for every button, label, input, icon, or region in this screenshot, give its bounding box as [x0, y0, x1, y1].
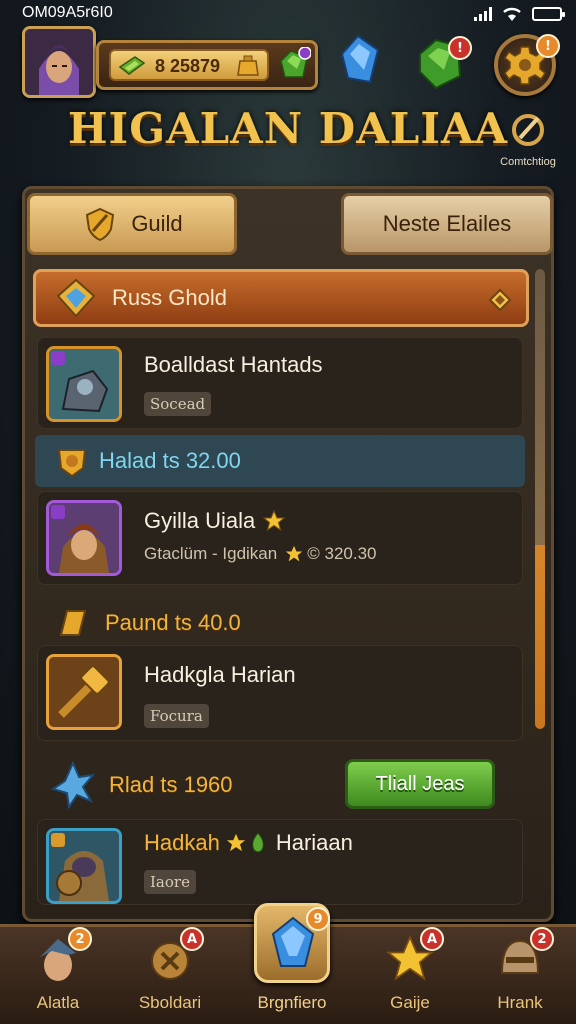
bottom-nav: 2 Alatla A Sboldari 9 Brgnfiero A Gaije	[0, 903, 576, 1024]
scrollbar[interactable]	[535, 269, 545, 729]
tab-other[interactable]: Neste Elailes	[341, 193, 553, 255]
item-title: Boalldast Hantads	[144, 352, 323, 377]
item-title: Hadkah	[144, 830, 220, 855]
nav-label: Sboldari	[138, 993, 202, 1012]
star-icon	[263, 510, 286, 532]
section-label: Paund ts 40.0	[105, 610, 241, 635]
nav-label: Hrank	[497, 993, 543, 1012]
badge-crest-icon	[57, 449, 87, 478]
nav-label: Gaije	[390, 993, 430, 1012]
sword-emblem-icon	[512, 114, 544, 146]
nav-item-alatla[interactable]: 2 Alatla	[8, 927, 108, 1024]
signal-icon	[474, 7, 492, 21]
gold-bag-icon	[237, 55, 259, 76]
item-icon	[46, 828, 122, 904]
golden-hammer-icon	[49, 657, 119, 727]
tab-guild-label: Guild	[131, 211, 183, 236]
connect-button[interactable]: Comtchtiog	[492, 110, 564, 168]
list-item[interactable]: Hadkah Hariaan Iaore	[37, 819, 523, 905]
guild-header-label: Russ Ghold	[112, 285, 227, 310]
item-icon	[46, 654, 122, 730]
coin-counter[interactable]: 8 25879	[109, 49, 269, 81]
list-item[interactable]: Gyilla Uiala Gtaclüm - Igdikan © 320.30	[37, 491, 523, 585]
section-label: Rlad ts 1960	[109, 772, 233, 797]
gold-bar-icon	[59, 610, 87, 636]
nav-badge: 2	[68, 927, 92, 951]
status-icons	[474, 6, 565, 22]
scrollbar-thumb[interactable]	[535, 269, 545, 729]
section-header: Rlad ts 1960	[35, 759, 335, 811]
item-subtitle-wrap: Gtaclüm - Igdikan © 320.30	[144, 544, 376, 564]
trial-button[interactable]: Tliall Jeas	[345, 759, 495, 809]
nav-item-sboldari[interactable]: A Sboldari	[120, 927, 220, 1024]
nav-badge: 2	[530, 927, 554, 951]
item-icon	[46, 346, 122, 422]
item-tag: Iaore	[144, 870, 196, 894]
coin-stack-icon	[118, 56, 146, 75]
nav-label: Alatla	[36, 993, 80, 1012]
green-flame-icon	[252, 832, 264, 853]
emerald-alert-badge: !	[448, 36, 472, 60]
nav-label: Brgnfiero	[257, 993, 327, 1012]
item-title-wrap: Gyilla Uiala	[144, 508, 286, 534]
crest-gem-icon	[56, 278, 96, 318]
coin-value: 8 25879	[155, 56, 221, 76]
currency-bar: 8 25879	[96, 40, 318, 90]
section-header: Paund ts 40.0	[35, 599, 335, 647]
battery-icon	[532, 7, 565, 21]
guild-panel: Guild Neste Elailes Russ Ghold Boalldast…	[22, 186, 554, 922]
game-title: HIGALAN DALIAA	[67, 104, 509, 153]
hero-portrait-icon	[25, 29, 93, 95]
wifi-icon	[503, 7, 521, 21]
diamond-marker-icon	[488, 288, 512, 312]
player-avatar[interactable]	[22, 26, 96, 98]
section-label: Halad ts 32.00	[99, 448, 241, 473]
star-icon	[286, 545, 303, 562]
nav-item-center[interactable]: 9 Brgnfiero	[238, 903, 346, 1024]
shield-icon	[86, 207, 115, 242]
star-icon	[226, 833, 245, 852]
item-subtitle-value: © 320.30	[307, 544, 377, 563]
guild-header[interactable]: Russ Ghold	[33, 269, 529, 327]
nav-item-gaije[interactable]: A Gaije	[360, 927, 460, 1024]
blue-crystal-icon[interactable]	[334, 32, 384, 90]
item-icon	[46, 500, 122, 576]
item-title: Hadkgla Harian	[144, 662, 296, 687]
section-header: Halad ts 32.00	[35, 435, 525, 487]
armored-warrior-icon	[49, 831, 119, 901]
ice-crystal-icon	[50, 761, 96, 809]
list-item[interactable]: Hadkgla Harian Focura	[37, 645, 523, 741]
nav-badge: A	[420, 927, 444, 951]
nav-badge: A	[180, 927, 204, 951]
item-subtitle: Gtaclüm - Igdikan	[144, 544, 278, 563]
item-title-wrap: Hadkah Hariaan	[144, 830, 353, 856]
settings-alert-badge: !	[536, 34, 560, 58]
mech-robot-icon	[49, 349, 119, 419]
list-item[interactable]: Boalldast Hantads Socead	[37, 337, 523, 429]
status-time: OM09A5r6I0	[22, 4, 113, 21]
tab-guild[interactable]: Guild	[27, 193, 237, 255]
item-tag: Socead	[144, 392, 212, 416]
connect-label: Comtchtiog	[500, 156, 556, 168]
item-title: Gyilla Uiala	[144, 508, 256, 533]
hero-portrait-icon	[49, 503, 119, 573]
item-title-secondary: Hariaan	[275, 830, 353, 855]
nav-item-hrank[interactable]: 2 Hrank	[470, 927, 570, 1024]
green-gem-icon[interactable]	[277, 47, 311, 83]
tab-other-label: Neste Elailes	[382, 211, 512, 236]
item-tag: Focura	[144, 704, 209, 728]
nav-badge: 9	[306, 907, 330, 931]
